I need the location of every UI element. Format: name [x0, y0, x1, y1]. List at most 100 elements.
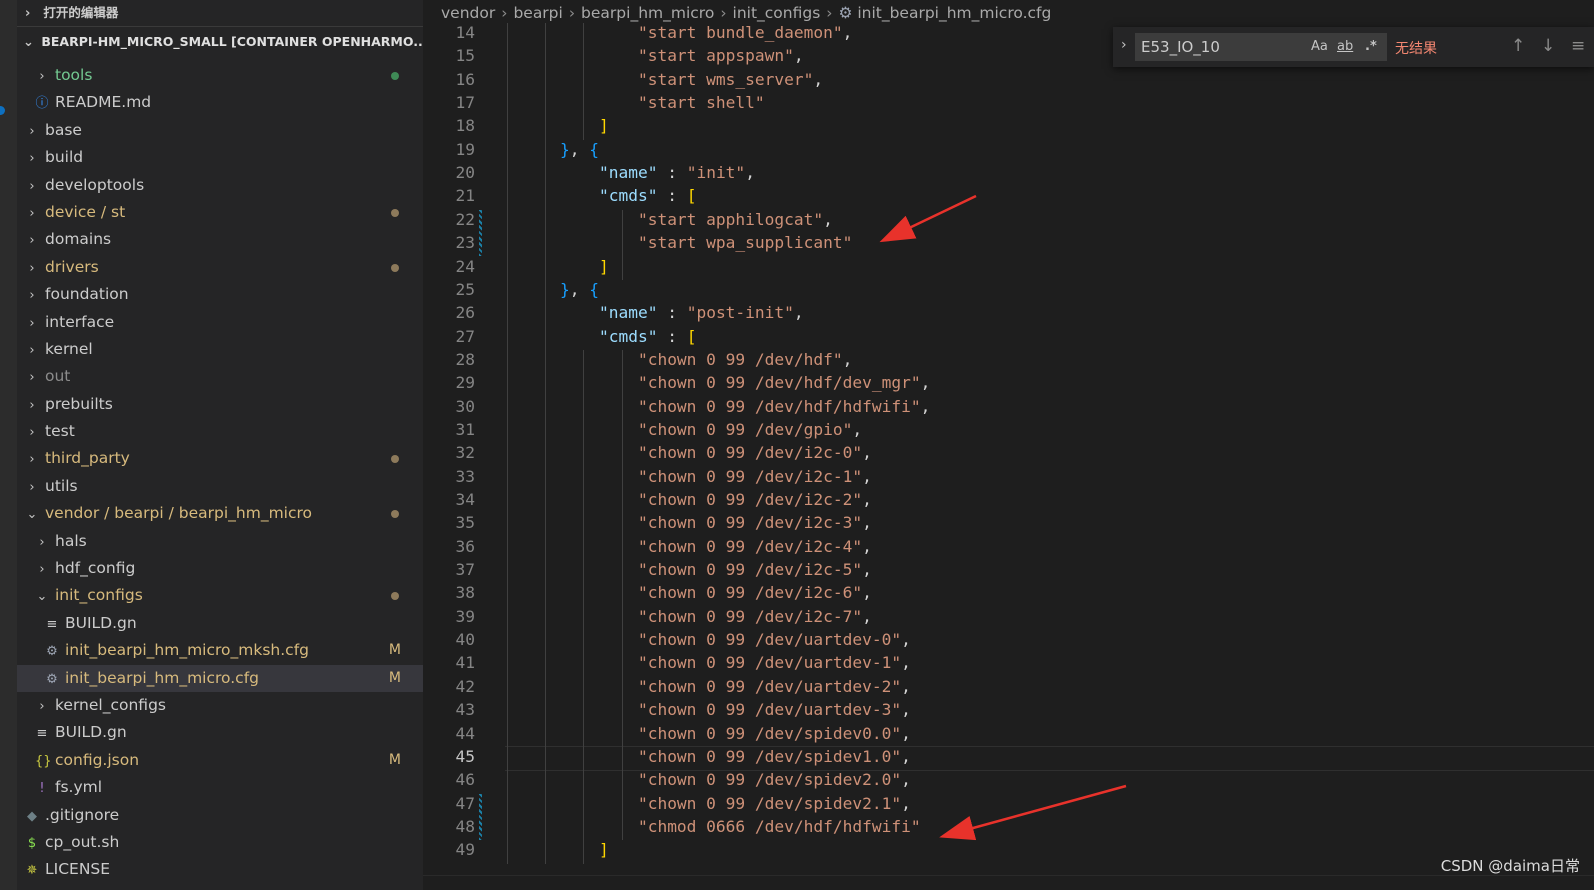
line-number: 16	[455, 69, 476, 89]
code-line[interactable]: }, {	[521, 280, 599, 299]
line-number: 27	[455, 326, 476, 346]
tree-item[interactable]: ⌄ vendor / bearpi / bearpi_hm_micro	[17, 500, 423, 527]
code-line[interactable]: "chown 0 99 /dev/spidev0.0",	[521, 724, 911, 743]
workspace-section[interactable]: ⌄ BEARPI-HM_MICRO_SMALL [CONTAINER OPENH…	[17, 26, 423, 57]
indent-guide	[507, 23, 508, 864]
tree-item[interactable]: › utils	[17, 473, 423, 500]
tree-item-label: LICENSE	[45, 860, 111, 879]
find-in-selection-icon[interactable]: ≡	[1571, 36, 1585, 56]
chevron-down-icon: ⌄	[23, 35, 34, 50]
code-line[interactable]: "chown 0 99 /dev/i2c-3",	[521, 513, 872, 532]
tree-item[interactable]: › test	[17, 418, 423, 445]
code-line[interactable]: "start shell"	[521, 93, 765, 112]
open-editors-label: 打开的编辑器	[43, 5, 119, 20]
horizontal-scrollbar[interactable]	[423, 875, 1594, 890]
tree-item[interactable]: › out	[17, 363, 423, 390]
next-match-icon[interactable]: ↓	[1541, 36, 1555, 56]
code-line[interactable]: "name" : "post-init",	[521, 303, 804, 322]
code-line[interactable]: "name" : "init",	[521, 163, 755, 182]
code-line[interactable]: "chown 0 99 /dev/i2c-6",	[521, 583, 872, 602]
code-line[interactable]: "chown 0 99 /dev/i2c-1",	[521, 467, 872, 486]
code-line[interactable]: "chown 0 99 /dev/i2c-4",	[521, 537, 872, 556]
code-line[interactable]: ]	[521, 116, 609, 135]
code-line[interactable]: "chmod 0666 /dev/hdf/hdfwifi"	[521, 817, 921, 836]
license-icon: ✵	[26, 863, 38, 879]
tree-item[interactable]: › domains	[17, 226, 423, 253]
tree-item[interactable]: › kernel_configs	[17, 692, 423, 719]
code-line[interactable]: "start wpa_supplicant"	[521, 233, 852, 252]
regex-icon[interactable]: .*	[1365, 39, 1377, 54]
line-number: 25	[455, 279, 476, 299]
tree-item[interactable]: › build	[17, 144, 423, 171]
line-number: 47	[455, 793, 476, 813]
code-line[interactable]: "cmds" : [	[521, 327, 696, 346]
modified-dot	[391, 510, 399, 519]
tree-item[interactable]: › device / st	[17, 199, 423, 226]
modified-dot	[391, 592, 399, 601]
tree-item[interactable]: › kernel	[17, 336, 423, 363]
code-line[interactable]: "start wms_server",	[521, 70, 823, 89]
tree-item[interactable]: ⓘ README.md	[17, 89, 423, 116]
previous-match-icon[interactable]: ↑	[1511, 36, 1525, 56]
breadcrumb-item[interactable]: vendor	[441, 4, 495, 22]
tree-item[interactable]: ✵ LICENSE	[17, 856, 423, 883]
tree-item[interactable]: › developtools	[17, 172, 423, 199]
code-line[interactable]: "chown 0 99 /dev/spidev2.1",	[521, 794, 911, 813]
tree-item-label: foundation	[45, 285, 129, 304]
code-line[interactable]: "start appspawn",	[521, 46, 804, 65]
code-line[interactable]: "chown 0 99 /dev/uartdev-1",	[521, 653, 911, 672]
gear-icon: ⚙	[46, 644, 58, 660]
breadcrumb-item[interactable]: init_configs	[733, 4, 821, 22]
tree-item[interactable]: ⌄ init_configs	[17, 582, 423, 609]
tree-item[interactable]: ! fs.yml	[17, 774, 423, 801]
code-line[interactable]: "chown 0 99 /dev/spidev2.0",	[521, 770, 911, 789]
code-line[interactable]: "chown 0 99 /dev/uartdev-3",	[521, 700, 911, 719]
tree-item[interactable]: › interface	[17, 309, 423, 336]
tree-item-label: kernel_configs	[55, 695, 166, 714]
line-number: 43	[455, 700, 476, 720]
line-number: 44	[455, 723, 476, 743]
tree-item[interactable]: {} config.json M	[17, 747, 423, 774]
chevron-right-icon: ›	[29, 205, 35, 221]
tree-item[interactable]: ⚙ init_bearpi_hm_micro.cfg M	[17, 664, 423, 692]
chevron-right-icon: ›	[29, 123, 35, 139]
tree-item[interactable]: $ cp_out.sh	[17, 829, 423, 856]
code-line[interactable]: "chown 0 99 /dev/i2c-0",	[521, 443, 872, 462]
code-line[interactable]: "chown 0 99 /dev/uartdev-2",	[521, 677, 911, 696]
breadcrumb-item[interactable]: bearpi_hm_micro	[581, 4, 714, 22]
chevron-right-icon: ›	[29, 151, 35, 167]
toggle-replace-icon[interactable]: ›	[1121, 37, 1127, 53]
tree-item[interactable]: ≡ BUILD.gn	[17, 610, 423, 637]
code-line[interactable]: "start bundle_daemon",	[521, 23, 852, 42]
code-line[interactable]: "chown 0 99 /dev/gpio",	[521, 420, 862, 439]
whole-word-icon[interactable]: ab	[1337, 39, 1353, 54]
code-line[interactable]: "chown 0 99 /dev/hdf",	[521, 350, 852, 369]
code-line[interactable]: "start apphilogcat",	[521, 210, 833, 229]
tree-item[interactable]: › foundation	[17, 281, 423, 308]
tree-item[interactable]: › drivers	[17, 254, 423, 281]
line-number: 26	[455, 303, 476, 323]
line-number: 33	[455, 466, 476, 486]
tree-item[interactable]: ⚙ init_bearpi_hm_micro_mksh.cfg M	[17, 637, 423, 664]
code-line[interactable]: "chown 0 99 /dev/i2c-2",	[521, 490, 872, 509]
tree-item[interactable]: ≡ BUILD.gn	[17, 719, 423, 746]
match-case-icon[interactable]: Aa	[1311, 39, 1328, 54]
code-line[interactable]: ]	[521, 840, 609, 859]
open-editors-section[interactable]: › 打开的编辑器	[17, 0, 423, 26]
code-line[interactable]: }, {	[521, 140, 599, 159]
tree-item[interactable]: › base	[17, 117, 423, 144]
code-line[interactable]: "chown 0 99 /dev/uartdev-0",	[521, 630, 911, 649]
tree-item[interactable]: › prebuilts	[17, 391, 423, 418]
tree-item[interactable]: › hals	[17, 528, 423, 555]
code-line[interactable]: "cmds" : [	[521, 186, 696, 205]
tree-item[interactable]: › third_party	[17, 445, 423, 472]
code-line[interactable]: ]	[521, 257, 609, 276]
tree-item[interactable]: › hdf_config	[17, 555, 423, 582]
tree-item[interactable]: › tools	[17, 62, 423, 89]
code-line[interactable]: "chown 0 99 /dev/i2c-7",	[521, 607, 872, 626]
code-line[interactable]: "chown 0 99 /dev/spidev1.0",	[521, 747, 911, 766]
breadcrumb-item[interactable]: init_bearpi_hm_micro.cfg	[857, 4, 1051, 22]
breadcrumb-item[interactable]: bearpi	[513, 4, 562, 22]
tree-item[interactable]: ◆ .gitignore	[17, 802, 423, 829]
code-line[interactable]: "chown 0 99 /dev/i2c-5",	[521, 560, 872, 579]
